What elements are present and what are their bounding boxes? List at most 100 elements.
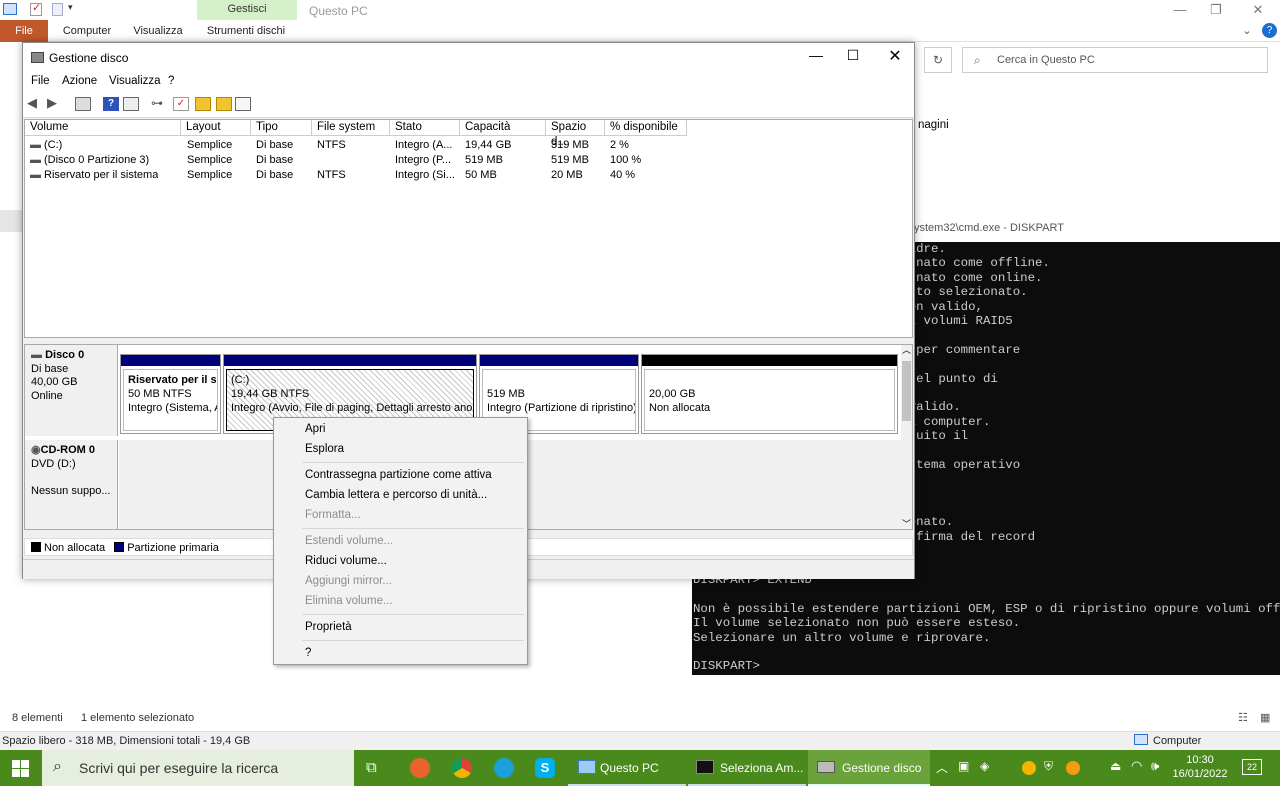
cell-free-space: 20 MB: [551, 169, 583, 181]
partition-unallocated[interactable]: 20,00 GB Non allocata: [641, 354, 898, 434]
check-icon[interactable]: ✓: [173, 97, 189, 111]
volume-list[interactable]: Volume Layout Tipo File system Stato Cap…: [24, 119, 913, 338]
scroll-up-icon[interactable]: ︿: [901, 343, 912, 356]
menu-item-help[interactable]: ?: [305, 643, 311, 663]
column-volume[interactable]: Volume: [25, 120, 181, 136]
disk-status: Online: [31, 389, 63, 402]
scroll-thumb[interactable]: [902, 361, 911, 421]
tab-view[interactable]: Visualizza: [130, 20, 186, 42]
partition-title: [487, 373, 631, 387]
disk-size: 40,00 GB: [31, 376, 78, 388]
disk-type: Di base: [31, 362, 69, 375]
cdrom-icon: ◉: [31, 444, 41, 456]
column-percent-free[interactable]: % disponibile: [605, 120, 687, 136]
cmd-icon: [696, 760, 714, 774]
column-capacity[interactable]: Capacità: [460, 120, 546, 136]
tab-computer[interactable]: Computer: [62, 20, 112, 42]
menu-item-shrink[interactable]: Riduci volume...: [305, 551, 387, 571]
menu-item-properties[interactable]: Proprietà: [305, 617, 352, 637]
cell-layout: Semplice: [187, 169, 233, 181]
edge-icon[interactable]: [494, 758, 514, 778]
wifi-icon[interactable]: ◠: [1131, 758, 1142, 774]
ribbon-tabs: Computer Visualizza Strumenti dischi ⌄ ?: [0, 20, 1280, 42]
partition-system-reserved[interactable]: Riservato per il si: 50 MB NTFS Integro …: [120, 354, 221, 434]
window-title: Gestione disco: [49, 51, 129, 65]
menu-file[interactable]: File: [31, 75, 50, 87]
scrollbar[interactable]: ︿ ﹀: [901, 345, 912, 529]
ribbon-expand-icon[interactable]: ⌄: [1240, 20, 1254, 42]
folder-up-icon[interactable]: [195, 97, 211, 111]
windows-start-icon[interactable]: [12, 760, 29, 777]
back-icon[interactable]: ◀: [27, 96, 43, 111]
taskbar-app-cmd[interactable]: Seleziona Am...: [688, 750, 806, 786]
menu-action[interactable]: Azione: [62, 75, 97, 87]
help-icon[interactable]: ?: [103, 97, 119, 111]
column-status[interactable]: Stato: [390, 120, 460, 136]
menu-help[interactable]: ?: [168, 75, 174, 87]
tab-drive-tools[interactable]: Strumenti dischi: [200, 20, 292, 42]
maximize-icon[interactable]: ❐: [1196, 0, 1236, 20]
skype-icon[interactable]: S: [535, 758, 555, 778]
chrome-icon[interactable]: [452, 758, 472, 778]
minimize-icon[interactable]: —: [1160, 0, 1200, 20]
properties-icon[interactable]: ✓: [30, 2, 42, 16]
view-icon[interactable]: [235, 97, 251, 111]
column-free-space[interactable]: Spazio d...: [546, 120, 605, 148]
firefox-icon[interactable]: [410, 758, 430, 778]
cell-status: Integro (A...: [395, 139, 453, 151]
menu-item-change-letter[interactable]: Cambia lettera e percorso di unità...: [305, 485, 487, 505]
menu-item-add-mirror: Aggiungi mirror...: [305, 575, 392, 587]
computer-icon: [3, 3, 17, 15]
connect-icon[interactable]: ⊶: [151, 97, 167, 111]
close-icon[interactable]: ✕: [1238, 0, 1278, 20]
tray-media-icon[interactable]: [1066, 761, 1080, 775]
taskbar-search-input[interactable]: Scrivi qui per eseguire la ricerca: [42, 750, 354, 786]
menu-item-mark-active[interactable]: Contrassegna partizione come attiva: [305, 465, 492, 485]
cmd-line: [693, 587, 1280, 601]
tab-file[interactable]: File: [0, 20, 48, 42]
tray-shield-icon[interactable]: ⛨: [1044, 759, 1053, 774]
column-type[interactable]: Tipo: [251, 120, 312, 136]
cdrom-label[interactable]: ◉CD-ROM 0 DVD (D:) Nessun suppo...: [25, 440, 118, 529]
close-icon[interactable]: ✕: [880, 46, 910, 66]
volume-icon[interactable]: 🕪: [1151, 758, 1159, 774]
tray-coin-icon[interactable]: [1022, 761, 1036, 775]
context-menu[interactable]: Apri Esplora Contrassegna partizione com…: [273, 417, 528, 665]
taskbar-app-explorer[interactable]: Questo PC: [568, 750, 686, 786]
partition-size: 50 MB NTFS: [128, 388, 192, 400]
taskbar-app-disk-management[interactable]: Gestione disco: [808, 750, 930, 786]
help-icon[interactable]: ?: [1262, 23, 1277, 38]
cell-percent-free: 40 %: [610, 169, 636, 181]
search-folder-icon[interactable]: [216, 97, 232, 111]
show-hidden-icons-icon[interactable]: ︿: [936, 759, 948, 776]
tray-usb-icon[interactable]: ⏏: [1110, 759, 1121, 773]
details-view-icon[interactable]: ☷: [1238, 711, 1248, 724]
search-input[interactable]: Cerca in Questo PC: [962, 47, 1268, 73]
partition-bar: [121, 355, 220, 366]
properties-icon[interactable]: [123, 97, 139, 111]
new-folder-icon[interactable]: [52, 3, 63, 16]
tab-manage[interactable]: Gestisci: [197, 0, 297, 20]
drive-status-bar: Spazio libero - 318 MB, Dimensioni total…: [0, 731, 1280, 750]
maximize-icon[interactable]: ☐: [838, 47, 868, 67]
refresh-button[interactable]: ↻: [924, 47, 952, 73]
forward-icon[interactable]: ▶: [47, 96, 63, 111]
disk-0-label[interactable]: ▬ Disco 0 Di base 40,00 GB Online: [25, 345, 118, 436]
column-file-system[interactable]: File system: [312, 120, 390, 136]
cmd-line: Selezionare un altro volume e riprovare.: [693, 630, 991, 645]
menu-item-open[interactable]: Apri: [305, 419, 325, 439]
column-layout[interactable]: Layout: [181, 120, 251, 136]
clock[interactable]: 10:30 16/01/2022: [1170, 753, 1230, 781]
customize-toolbar-icon[interactable]: ▾: [68, 2, 73, 13]
tray-device-icon[interactable]: ▣: [958, 759, 969, 773]
show-hide-tree-icon[interactable]: [75, 97, 91, 111]
tiles-view-icon[interactable]: ▦: [1260, 711, 1270, 724]
scroll-down-icon[interactable]: ﹀: [901, 517, 912, 530]
menu-item-explore[interactable]: Esplora: [305, 439, 344, 459]
menu-view[interactable]: Visualizza: [109, 75, 161, 87]
cell-volume: Riservato per il sistema: [44, 169, 159, 181]
tray-dropbox-icon[interactable]: ◈: [980, 759, 989, 773]
minimize-icon[interactable]: —: [801, 47, 831, 67]
notifications-icon[interactable]: 22: [1242, 759, 1262, 775]
task-view-icon[interactable]: ⧉: [366, 759, 377, 776]
